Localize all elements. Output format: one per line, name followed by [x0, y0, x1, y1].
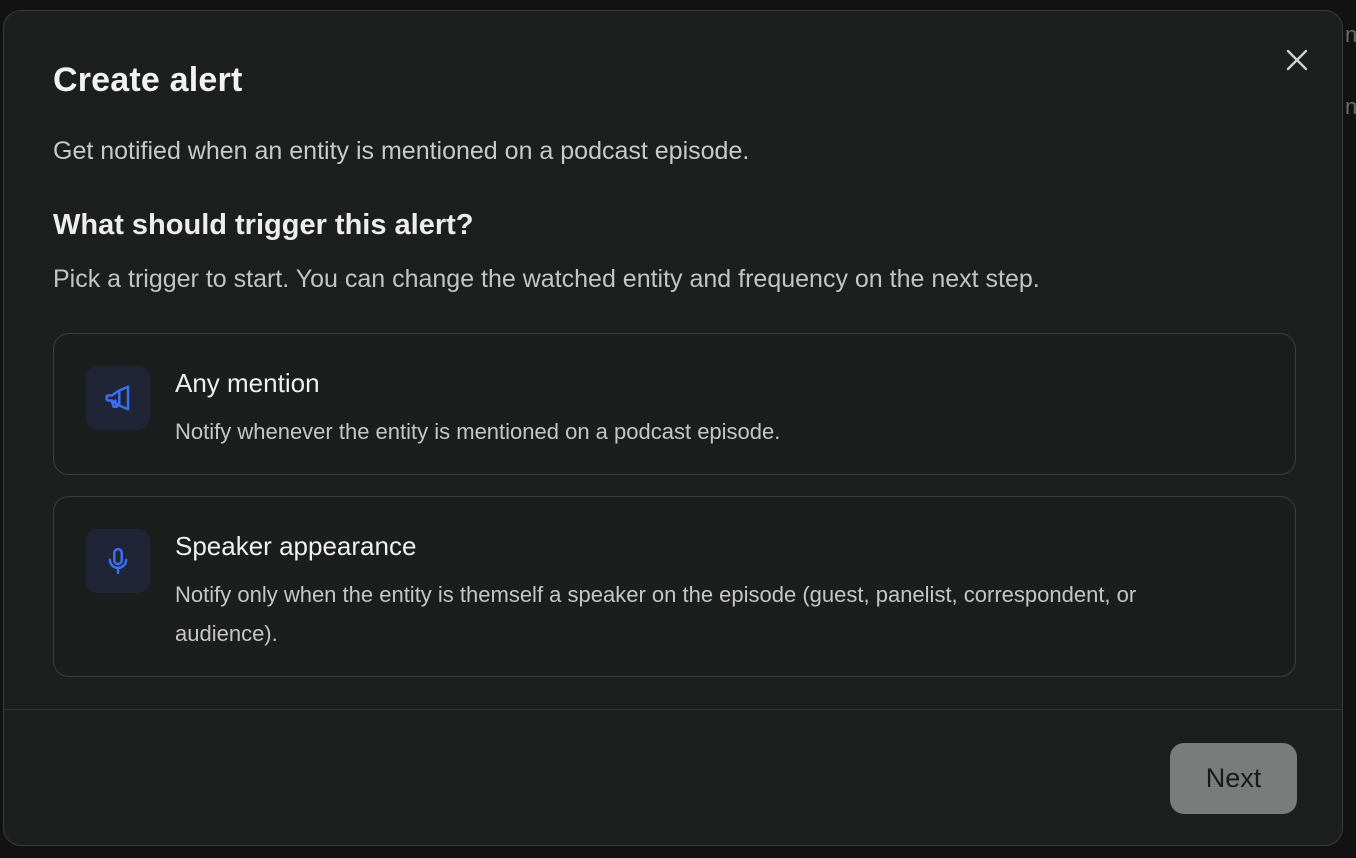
trigger-option-speaker-appearance[interactable]: Speaker appearance Notify only when the … [53, 496, 1296, 677]
option-icon-tile [86, 366, 150, 430]
close-icon [1286, 49, 1308, 71]
option-title: Speaker appearance [175, 531, 417, 561]
megaphone-icon [105, 385, 130, 411]
background-text-fragment: n [1345, 22, 1356, 47]
option-description: Notify whenever the entity is mentioned … [175, 419, 781, 444]
option-description: Notify only when the entity is themself … [175, 582, 1137, 646]
microphone-icon [108, 547, 128, 575]
trigger-section-heading: What should trigger this alert? [53, 209, 474, 241]
trigger-section-description: Pick a trigger to start. You can change … [53, 265, 1040, 293]
option-icon-tile [86, 529, 150, 593]
background-text-fragment: n [1345, 94, 1356, 119]
dialog-title: Create alert [53, 61, 243, 99]
option-title: Any mention [175, 368, 320, 398]
trigger-option-any-mention[interactable]: Any mention Notify whenever the entity i… [53, 333, 1296, 475]
close-button[interactable] [1280, 43, 1314, 77]
create-alert-dialog: Create alert Get notified when an entity… [3, 10, 1343, 846]
dialog-subtitle: Get notified when an entity is mentioned… [53, 137, 750, 165]
footer-divider [4, 709, 1342, 710]
next-button[interactable]: Next [1170, 743, 1297, 814]
